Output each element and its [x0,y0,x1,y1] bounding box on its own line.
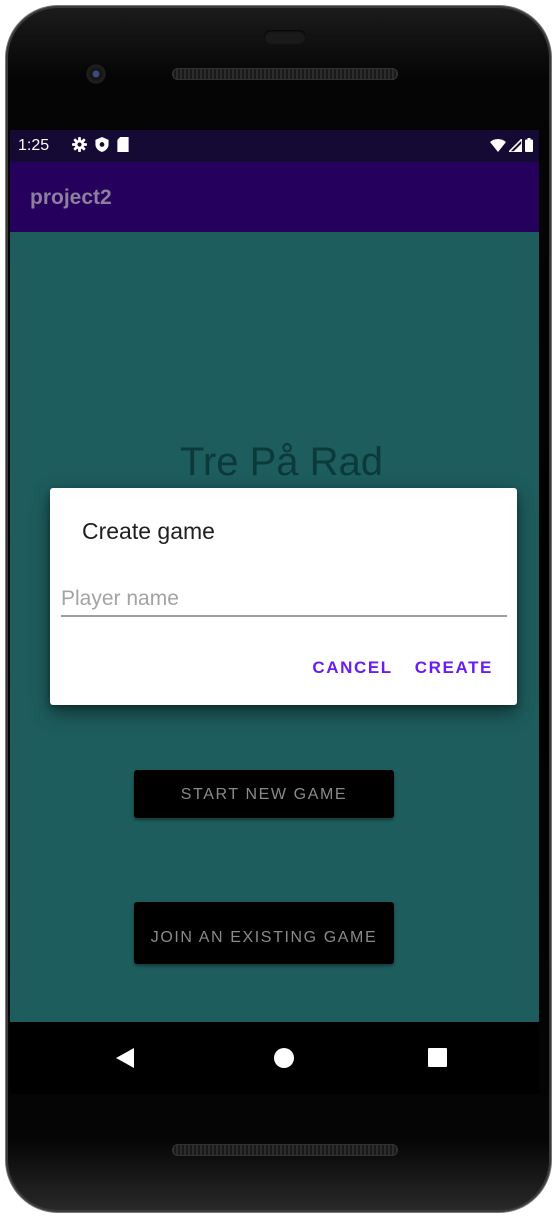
sd-card-icon [117,137,129,157]
dialog-title: Create game [82,518,215,544]
player-name-input[interactable] [61,583,507,617]
gear-icon [72,137,87,157]
create-game-dialog: Create game CANCEL CREATE [50,488,517,705]
status-bar: 1:25 [10,130,539,162]
start-new-game-button[interactable]: START NEW GAME [134,770,394,818]
recents-icon[interactable] [428,1048,447,1067]
bottom-speaker-grille [172,1144,398,1156]
app-bar: project2 [10,162,539,232]
status-icons-left [72,137,129,157]
home-icon[interactable] [274,1048,294,1068]
dialog-actions: CANCEL CREATE [312,658,493,678]
earpiece [264,30,306,44]
create-button[interactable]: CREATE [415,658,493,678]
shield-icon [95,137,109,157]
join-existing-game-button[interactable]: JOIN AN EXISTING GAME [134,902,394,964]
game-title: Tre På Rad [179,440,384,484]
wifi-icon [490,138,506,157]
signal-icon [507,136,523,157]
front-camera [86,64,106,84]
status-icons-right [490,136,533,157]
status-time: 1:25 [18,137,50,154]
cancel-button[interactable]: CANCEL [312,658,392,678]
top-speaker-grille [172,68,398,80]
back-icon[interactable] [116,1048,134,1068]
battery-icon [525,138,533,157]
app-title: project2 [30,186,112,209]
navigation-bar [10,1022,539,1094]
